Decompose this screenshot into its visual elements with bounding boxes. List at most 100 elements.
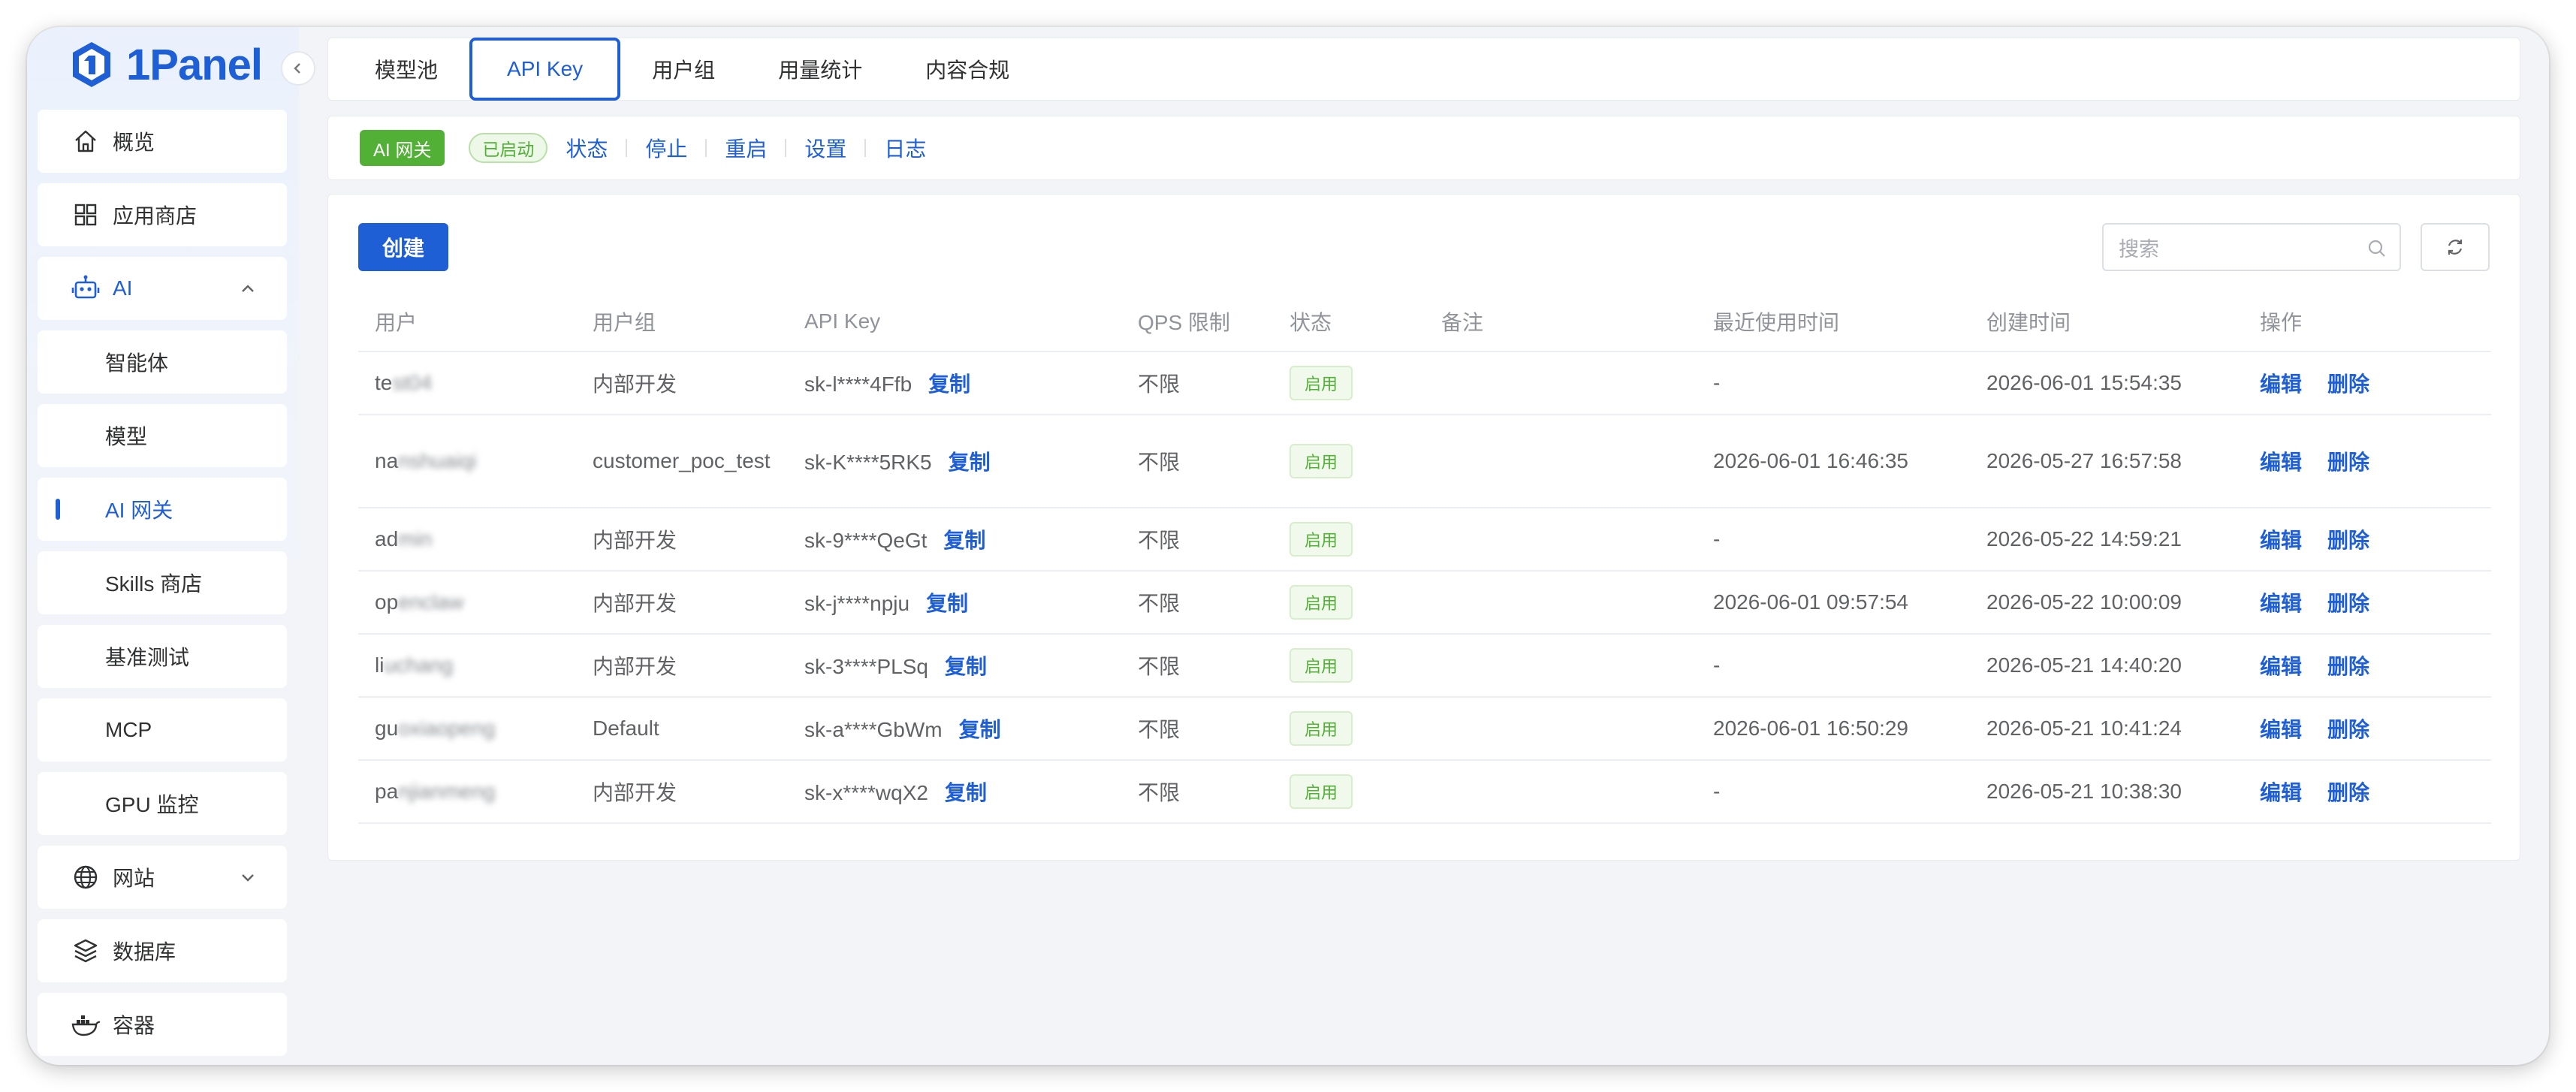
sidebar-item-label: AI [113,276,133,300]
delete-button[interactable]: 删除 [2327,529,2369,552]
gateway-stop-link[interactable]: 停止 [645,133,687,163]
delete-button[interactable]: 删除 [2327,592,2369,615]
qps-cell: 不限 [1138,529,1181,552]
sidebar-item-label: 概览 [113,131,155,154]
sidebar-item-benchmark[interactable]: 基准测试 [38,625,287,688]
api-key-value: sk-x****wqX2 [804,781,928,804]
group-cell: 内部开发 [593,373,677,396]
sidebar-item-overview[interactable]: 概览 [38,110,287,173]
home-icon [71,126,101,156]
user-name-redacted: oxiaopeng [398,716,496,740]
column-header: 最近使用时间 [1713,311,1840,334]
table-row: panjianmeng 内部开发 sk-x****wqX2 复制 不限 启用 - … [358,761,2491,824]
app-logo[interactable]: 1Panel [71,36,263,93]
qps-cell: 不限 [1138,592,1181,615]
edit-button[interactable]: 编辑 [2260,718,2302,741]
edit-button[interactable]: 编辑 [2260,655,2302,678]
column-header: 创建时间 [1986,311,2071,334]
app-name: 1Panel [126,40,263,89]
delete-button[interactable]: 删除 [2327,451,2369,474]
user-cell: openclaw [358,590,576,614]
grid-icon [71,200,101,230]
divider [864,139,867,157]
sidebar-item-label: 网站 [113,867,155,890]
copy-button[interactable]: 复制 [945,781,987,804]
divider [705,139,707,157]
table-row: guoxiaopeng Default sk-a****GbWm 复制 不限 启用… [358,698,2491,761]
gateway-tag: AI 网关 [360,130,445,166]
edit-button[interactable]: 编辑 [2260,451,2302,474]
user-cell: nanshuaiqi [358,449,576,473]
sidebar-item-mcp[interactable]: MCP [38,698,287,762]
last-used-cell: - [1713,371,1721,394]
user-name-redacted: njianmeng [398,780,496,803]
group-cell: 内部开发 [593,592,677,615]
user-name: li [375,653,385,677]
user-name-redacted: nshuaiqi [398,449,477,472]
sidebar-item-website[interactable]: 网站 [38,846,287,909]
gateway-bar: AI 网关 已启动 状态 停止 重启 设置 日志 [327,116,2520,180]
tab-content-compliance[interactable]: 内容合规 [894,39,1041,99]
copy-button[interactable]: 复制 [926,592,968,615]
column-header: QPS 限制 [1138,311,1230,334]
api-key-value: sk-K****5RK5 [804,451,932,474]
api-key-panel: 创建 搜索 用户 用户组 API Key QPS 限制 状态 备注 最近使用时间… [327,194,2520,861]
sidebar-item-appstore[interactable]: 应用商店 [38,183,287,246]
copy-button[interactable]: 复制 [949,451,991,474]
sidebar-item-skills-store[interactable]: Skills 商店 [38,551,287,614]
delete-button[interactable]: 删除 [2327,373,2369,396]
sidebar-item-database[interactable]: 数据库 [38,919,287,982]
sidebar-item-gpu-monitor[interactable]: GPU 监控 [38,772,287,835]
api-key-value: sk-j****npju [804,592,910,615]
edit-button[interactable]: 编辑 [2260,781,2302,804]
status-cell: 启用 [1273,522,1425,557]
layers-icon [71,936,101,966]
gateway-restart-link[interactable]: 重启 [725,133,767,163]
group-cell: 内部开发 [593,529,677,552]
refresh-button[interactable] [2421,223,2490,271]
search-placeholder: 搜索 [2119,237,2159,261]
api-key-value: sk-a****GbWm [804,718,943,741]
user-cell: test04 [358,371,576,395]
last-used-cell: - [1713,780,1721,803]
edit-button[interactable]: 编辑 [2260,373,2302,396]
sidebar-item-ai[interactable]: AI [38,257,287,320]
tab-user-group[interactable]: 用户组 [620,39,747,99]
gateway-status-link[interactable]: 状态 [566,133,608,163]
delete-button[interactable]: 删除 [2327,718,2369,741]
user-name: ad [375,527,399,551]
sidebar-item-models[interactable]: 模型 [38,404,287,467]
sidebar-item-agents[interactable]: 智能体 [38,330,287,394]
edit-button[interactable]: 编辑 [2260,529,2302,552]
copy-button[interactable]: 复制 [945,655,987,678]
sidebar-item-label: 容器 [113,1014,155,1037]
sidebar-item-container[interactable]: 容器 [38,993,287,1056]
tab-model-pool[interactable]: 模型池 [343,39,469,99]
copy-button[interactable]: 复制 [928,373,970,396]
column-header: 操作 [2260,311,2303,334]
table-row: nanshuaiqi customer_poc_test sk-K****5RK… [358,415,2491,508]
globe-icon [71,862,101,892]
edit-button[interactable]: 编辑 [2260,592,2302,615]
delete-button[interactable]: 删除 [2327,655,2369,678]
gateway-logs-link[interactable]: 日志 [884,133,926,163]
qps-cell: 不限 [1138,781,1181,804]
robot-icon [71,273,101,303]
sidebar-item-ai-gateway[interactable]: AI 网关 [38,478,287,541]
top-tabs: 模型池 API Key 用户组 用量统计 内容合规 [327,38,2520,101]
qps-cell: 不限 [1138,718,1181,741]
gateway-status-badge: 已启动 [469,133,548,163]
tab-usage-stats[interactable]: 用量统计 [747,39,894,99]
delete-button[interactable]: 删除 [2327,781,2369,804]
copy-button[interactable]: 复制 [943,529,985,552]
sidebar-collapse-button[interactable] [281,51,315,86]
copy-button[interactable]: 复制 [959,718,1001,741]
actions-cell: 编辑 删除 [2243,368,2491,398]
search-input[interactable]: 搜索 [2102,223,2401,271]
api-key-cell: sk-l****4Ffb 复制 [788,368,1121,398]
group-cell: Default [593,716,659,740]
create-button[interactable]: 创建 [358,223,448,271]
tab-api-key[interactable]: API Key [469,38,621,101]
gateway-settings-link[interactable]: 设置 [804,133,846,163]
sidebar-item-label: MCP [105,718,152,741]
